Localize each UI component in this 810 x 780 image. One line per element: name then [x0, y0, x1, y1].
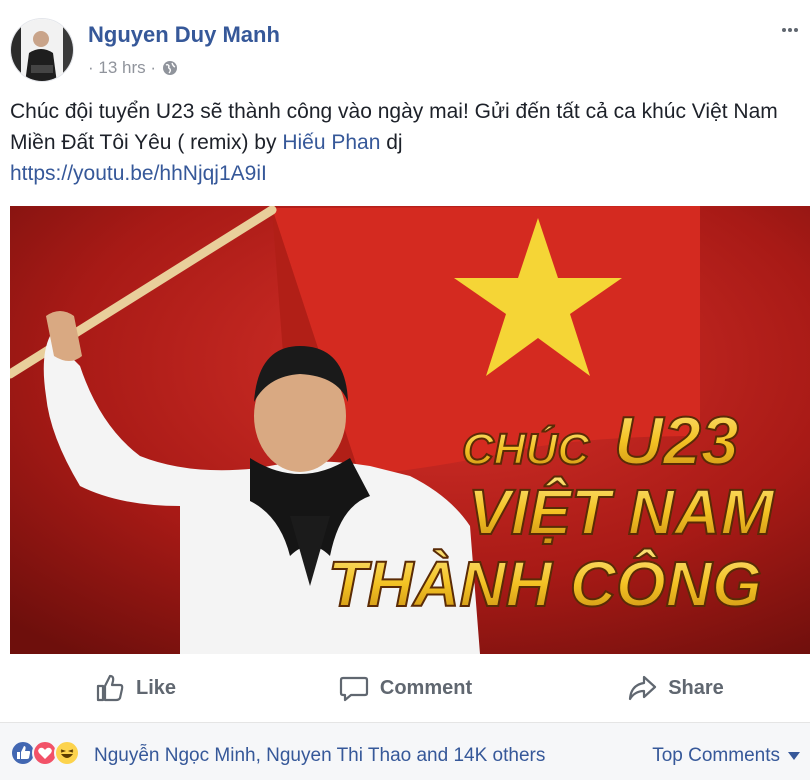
- post-time[interactable]: · 13 hrs ·: [88, 58, 156, 78]
- video-thumbnail[interactable]: CHÚC U23 VIỆT NAM THÀNH CÔNG: [10, 206, 810, 654]
- post-text: Chúc đội tuyển U23 sẽ thành công vào ngà…: [10, 96, 805, 189]
- top-comments-dropdown[interactable]: Top Comments: [652, 745, 800, 767]
- haha-reaction-icon: [54, 740, 80, 766]
- like-button[interactable]: Like: [0, 660, 270, 716]
- comment-label: Comment: [379, 676, 473, 699]
- author-name[interactable]: Nguyen Duy Manh: [88, 22, 280, 48]
- title-viet-nam: VIỆT NAM: [468, 475, 775, 548]
- post-header: Nguyen Duy Manh · 13 hrs ·: [0, 0, 810, 92]
- reaction-icons[interactable]: [10, 740, 80, 766]
- post-actions: Like Comment Share: [0, 660, 810, 716]
- title-u23: U23: [614, 403, 739, 479]
- share-label: Share: [668, 676, 724, 699]
- youtube-link[interactable]: https://youtu.be/hhNjqj1A9iI: [10, 158, 805, 189]
- chevron-down-icon: [788, 752, 800, 760]
- top-comments-label: Top Comments: [652, 745, 780, 766]
- more-options-icon[interactable]: [780, 20, 800, 40]
- title-chuc: CHÚC: [462, 424, 590, 474]
- comment-icon: [339, 676, 368, 702]
- share-button[interactable]: Share: [540, 660, 810, 716]
- globe-icon[interactable]: [162, 60, 178, 76]
- mention-link[interactable]: Hiếu Phan: [282, 131, 380, 154]
- avatar[interactable]: [10, 18, 74, 82]
- title-thanh-cong: THÀNH CÔNG: [328, 547, 762, 620]
- share-icon: [629, 675, 657, 701]
- like-icon: [96, 674, 124, 702]
- post-text-suffix: dj: [380, 131, 403, 154]
- comment-button[interactable]: Comment: [270, 660, 540, 716]
- post-meta: · 13 hrs ·: [88, 58, 178, 78]
- reactions-bar: Nguyễn Ngọc Minh, Nguyen Thi Thao and 14…: [0, 722, 810, 780]
- like-label: Like: [135, 676, 177, 699]
- reactor-names[interactable]: Nguyễn Ngọc Minh, Nguyen Thi Thao and 14…: [94, 745, 545, 767]
